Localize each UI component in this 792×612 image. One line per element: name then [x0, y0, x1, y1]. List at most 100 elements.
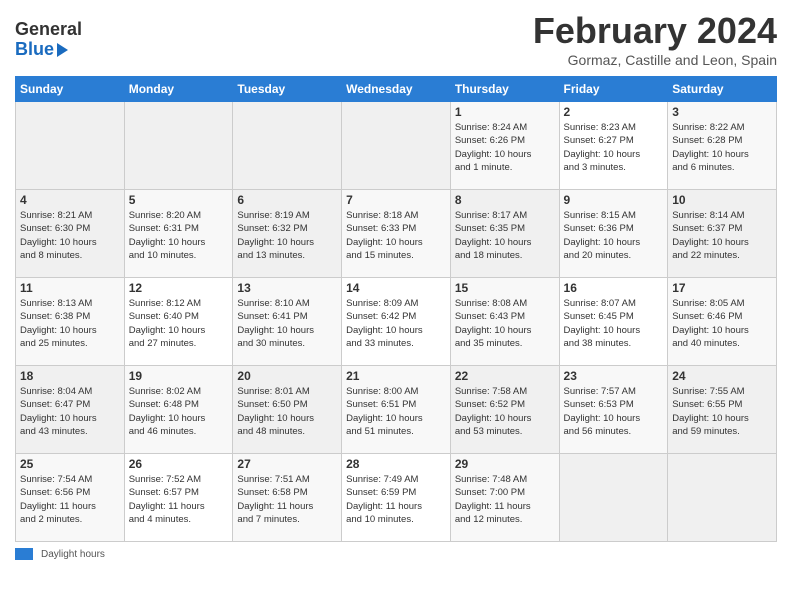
- calendar-header-row: SundayMondayTuesdayWednesdayThursdayFrid…: [16, 77, 777, 102]
- day-info: Sunrise: 8:02 AM Sunset: 6:48 PM Dayligh…: [129, 385, 229, 438]
- calendar-cell: 13 Sunrise: 8:10 AM Sunset: 6:41 PM Dayli…: [233, 278, 342, 366]
- calendar-cell: 7Sunrise: 8:18 AM Sunset: 6:33 PM Daylig…: [342, 190, 451, 278]
- day-number: 14: [346, 281, 446, 295]
- logo-blue: Blue: [15, 40, 82, 60]
- day-number: 10: [672, 193, 772, 207]
- day-number: 21: [346, 369, 446, 383]
- day-number: 9: [564, 193, 664, 207]
- day-number: 18: [20, 369, 120, 383]
- day-number: 27: [237, 457, 337, 471]
- column-header-saturday: Saturday: [668, 77, 777, 102]
- day-info: Sunrise: 8:05 AM Sunset: 6:46 PM Dayligh…: [672, 297, 772, 350]
- day-info: Sunrise: 7:48 AM Sunset: 7:00 PM Dayligh…: [455, 473, 555, 526]
- day-number: 13: [237, 281, 337, 295]
- day-info: Sunrise: 8:00 AM Sunset: 6:51 PM Dayligh…: [346, 385, 446, 438]
- day-info: Sunrise: 7:54 AM Sunset: 6:56 PM Dayligh…: [20, 473, 120, 526]
- day-number: 1: [455, 105, 555, 119]
- column-header-friday: Friday: [559, 77, 668, 102]
- calendar-cell: [342, 102, 451, 190]
- calendar-cell: 14 Sunrise: 8:09 AM Sunset: 6:42 PM Dayli…: [342, 278, 451, 366]
- calendar-body: 1 Sunrise: 8:24 AM Sunset: 6:26 PM Daylig…: [16, 102, 777, 542]
- calendar-cell: 18 Sunrise: 8:04 AM Sunset: 6:47 PM Dayli…: [16, 366, 125, 454]
- calendar-cell: 9 Sunrise: 8:15 AM Sunset: 6:36 PM Daylig…: [559, 190, 668, 278]
- calendar-cell: 2 Sunrise: 8:23 AM Sunset: 6:27 PM Daylig…: [559, 102, 668, 190]
- day-info: Sunrise: 8:18 AM Sunset: 6:33 PM Dayligh…: [346, 209, 446, 262]
- calendar-cell: 1 Sunrise: 8:24 AM Sunset: 6:26 PM Daylig…: [450, 102, 559, 190]
- logo-general: General: [15, 20, 82, 40]
- column-header-wednesday: Wednesday: [342, 77, 451, 102]
- calendar-cell: 5 Sunrise: 8:20 AM Sunset: 6:31 PM Daylig…: [124, 190, 233, 278]
- day-number: 20: [237, 369, 337, 383]
- calendar-cell: [16, 102, 125, 190]
- day-info: Sunrise: 8:15 AM Sunset: 6:36 PM Dayligh…: [564, 209, 664, 262]
- week-row-1: 1 Sunrise: 8:24 AM Sunset: 6:26 PM Daylig…: [16, 102, 777, 190]
- day-number: 12: [129, 281, 229, 295]
- day-number: 17: [672, 281, 772, 295]
- title-area: February 2024 Gormaz, Castille and Leon,…: [533, 10, 777, 68]
- day-info: Sunrise: 8:12 AM Sunset: 6:40 PM Dayligh…: [129, 297, 229, 350]
- calendar-cell: 16Sunrise: 8:07 AM Sunset: 6:45 PM Dayli…: [559, 278, 668, 366]
- day-number: 2: [564, 105, 664, 119]
- day-info: Sunrise: 8:13 AM Sunset: 6:38 PM Dayligh…: [20, 297, 120, 350]
- day-info: Sunrise: 8:14 AM Sunset: 6:37 PM Dayligh…: [672, 209, 772, 262]
- day-number: 8: [455, 193, 555, 207]
- calendar-cell: 6Sunrise: 8:19 AM Sunset: 6:32 PM Daylig…: [233, 190, 342, 278]
- calendar-cell: [233, 102, 342, 190]
- calendar-cell: 4Sunrise: 8:21 AM Sunset: 6:30 PM Daylig…: [16, 190, 125, 278]
- week-row-2: 4Sunrise: 8:21 AM Sunset: 6:30 PM Daylig…: [16, 190, 777, 278]
- day-info: Sunrise: 8:17 AM Sunset: 6:35 PM Dayligh…: [455, 209, 555, 262]
- day-info: Sunrise: 8:23 AM Sunset: 6:27 PM Dayligh…: [564, 121, 664, 174]
- calendar-table: SundayMondayTuesdayWednesdayThursdayFrid…: [15, 76, 777, 542]
- calendar-cell: 3Sunrise: 8:22 AM Sunset: 6:28 PM Daylig…: [668, 102, 777, 190]
- day-info: Sunrise: 7:55 AM Sunset: 6:55 PM Dayligh…: [672, 385, 772, 438]
- calendar-cell: [124, 102, 233, 190]
- logo-arrow-icon: [57, 43, 68, 57]
- day-info: Sunrise: 8:21 AM Sunset: 6:30 PM Dayligh…: [20, 209, 120, 262]
- footer: Daylight hours: [15, 548, 777, 560]
- calendar-cell: 27 Sunrise: 7:51 AM Sunset: 6:58 PM Dayli…: [233, 454, 342, 542]
- logo: General Blue: [15, 20, 82, 60]
- day-info: Sunrise: 8:19 AM Sunset: 6:32 PM Dayligh…: [237, 209, 337, 262]
- day-info: Sunrise: 8:20 AM Sunset: 6:31 PM Dayligh…: [129, 209, 229, 262]
- calendar-cell: 25 Sunrise: 7:54 AM Sunset: 6:56 PM Dayli…: [16, 454, 125, 542]
- day-number: 23: [564, 369, 664, 383]
- day-info: Sunrise: 8:24 AM Sunset: 6:26 PM Dayligh…: [455, 121, 555, 174]
- legend-color-box: [15, 548, 33, 560]
- calendar-cell: 17 Sunrise: 8:05 AM Sunset: 6:46 PM Dayli…: [668, 278, 777, 366]
- day-info: Sunrise: 8:09 AM Sunset: 6:42 PM Dayligh…: [346, 297, 446, 350]
- column-header-thursday: Thursday: [450, 77, 559, 102]
- calendar-cell: 19 Sunrise: 8:02 AM Sunset: 6:48 PM Dayli…: [124, 366, 233, 454]
- column-header-sunday: Sunday: [16, 77, 125, 102]
- calendar-cell: 12 Sunrise: 8:12 AM Sunset: 6:40 PM Dayli…: [124, 278, 233, 366]
- day-number: 22: [455, 369, 555, 383]
- calendar-cell: 15 Sunrise: 8:08 AM Sunset: 6:43 PM Dayli…: [450, 278, 559, 366]
- column-header-tuesday: Tuesday: [233, 77, 342, 102]
- day-info: Sunrise: 7:58 AM Sunset: 6:52 PM Dayligh…: [455, 385, 555, 438]
- calendar-cell: 10 Sunrise: 8:14 AM Sunset: 6:37 PM Dayli…: [668, 190, 777, 278]
- calendar-cell: 28Sunrise: 7:49 AM Sunset: 6:59 PM Dayli…: [342, 454, 451, 542]
- day-info: Sunrise: 7:57 AM Sunset: 6:53 PM Dayligh…: [564, 385, 664, 438]
- calendar-cell: [668, 454, 777, 542]
- calendar-cell: 11Sunrise: 8:13 AM Sunset: 6:38 PM Dayli…: [16, 278, 125, 366]
- calendar-cell: [559, 454, 668, 542]
- calendar-cell: 22 Sunrise: 7:58 AM Sunset: 6:52 PM Dayli…: [450, 366, 559, 454]
- week-row-3: 11Sunrise: 8:13 AM Sunset: 6:38 PM Dayli…: [16, 278, 777, 366]
- day-info: Sunrise: 7:51 AM Sunset: 6:58 PM Dayligh…: [237, 473, 337, 526]
- calendar-cell: 20Sunrise: 8:01 AM Sunset: 6:50 PM Dayli…: [233, 366, 342, 454]
- location: Gormaz, Castille and Leon, Spain: [533, 52, 777, 68]
- day-number: 19: [129, 369, 229, 383]
- day-info: Sunrise: 8:22 AM Sunset: 6:28 PM Dayligh…: [672, 121, 772, 174]
- week-row-5: 25 Sunrise: 7:54 AM Sunset: 6:56 PM Dayli…: [16, 454, 777, 542]
- day-info: Sunrise: 8:08 AM Sunset: 6:43 PM Dayligh…: [455, 297, 555, 350]
- day-number: 25: [20, 457, 120, 471]
- day-number: 15: [455, 281, 555, 295]
- day-number: 28: [346, 457, 446, 471]
- calendar-cell: 29Sunrise: 7:48 AM Sunset: 7:00 PM Dayli…: [450, 454, 559, 542]
- day-info: Sunrise: 8:04 AM Sunset: 6:47 PM Dayligh…: [20, 385, 120, 438]
- day-number: 26: [129, 457, 229, 471]
- day-info: Sunrise: 8:10 AM Sunset: 6:41 PM Dayligh…: [237, 297, 337, 350]
- day-number: 24: [672, 369, 772, 383]
- day-number: 5: [129, 193, 229, 207]
- calendar-cell: 21 Sunrise: 8:00 AM Sunset: 6:51 PM Dayli…: [342, 366, 451, 454]
- calendar-cell: 8 Sunrise: 8:17 AM Sunset: 6:35 PM Daylig…: [450, 190, 559, 278]
